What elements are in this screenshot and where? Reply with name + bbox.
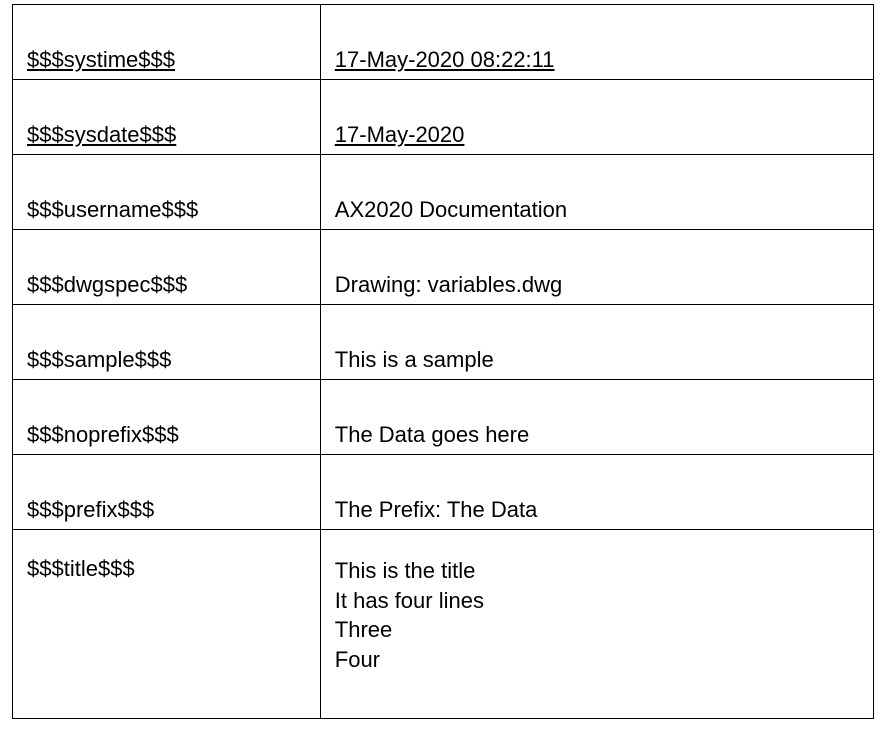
table-row: $$$dwgspec$$$ Drawing: variables.dwg [13,230,874,305]
table-row-title: $$$title$$$ This is the title It has fou… [13,530,874,719]
var-label: $$$systime$$$ [27,47,306,73]
var-value: The Data goes here [335,422,859,448]
var-label: $$$prefix$$$ [27,497,306,523]
table-row: $$$sample$$$ This is a sample [13,305,874,380]
var-label: $$$sysdate$$$ [27,122,306,148]
var-value: This is a sample [335,347,859,373]
variables-table: $$$systime$$$ 17-May-2020 08:22:11 $$$sy… [12,4,874,719]
title-line: Three [335,615,859,645]
var-value: AX2020 Documentation [335,197,859,223]
title-line: Four [335,645,859,675]
var-label: $$$dwgspec$$$ [27,272,306,298]
title-lines: This is the title It has four lines Thre… [335,556,859,675]
table-row: $$$systime$$$ 17-May-2020 08:22:11 [13,5,874,80]
table-row: $$$prefix$$$ The Prefix: The Data [13,455,874,530]
var-label: $$$title$$$ [27,556,306,582]
var-value: Drawing: variables.dwg [335,272,859,298]
table-row: $$$noprefix$$$ The Data goes here [13,380,874,455]
var-label: $$$sample$$$ [27,347,306,373]
table-row: $$$sysdate$$$ 17-May-2020 [13,80,874,155]
title-line: This is the title [335,556,859,586]
var-value: The Prefix: The Data [335,497,859,523]
title-line: It has four lines [335,586,859,616]
var-label: $$$username$$$ [27,197,306,223]
var-label: $$$noprefix$$$ [27,422,306,448]
table-row: $$$username$$$ AX2020 Documentation [13,155,874,230]
var-value: 17-May-2020 [335,122,859,148]
var-value: 17-May-2020 08:22:11 [335,47,859,73]
